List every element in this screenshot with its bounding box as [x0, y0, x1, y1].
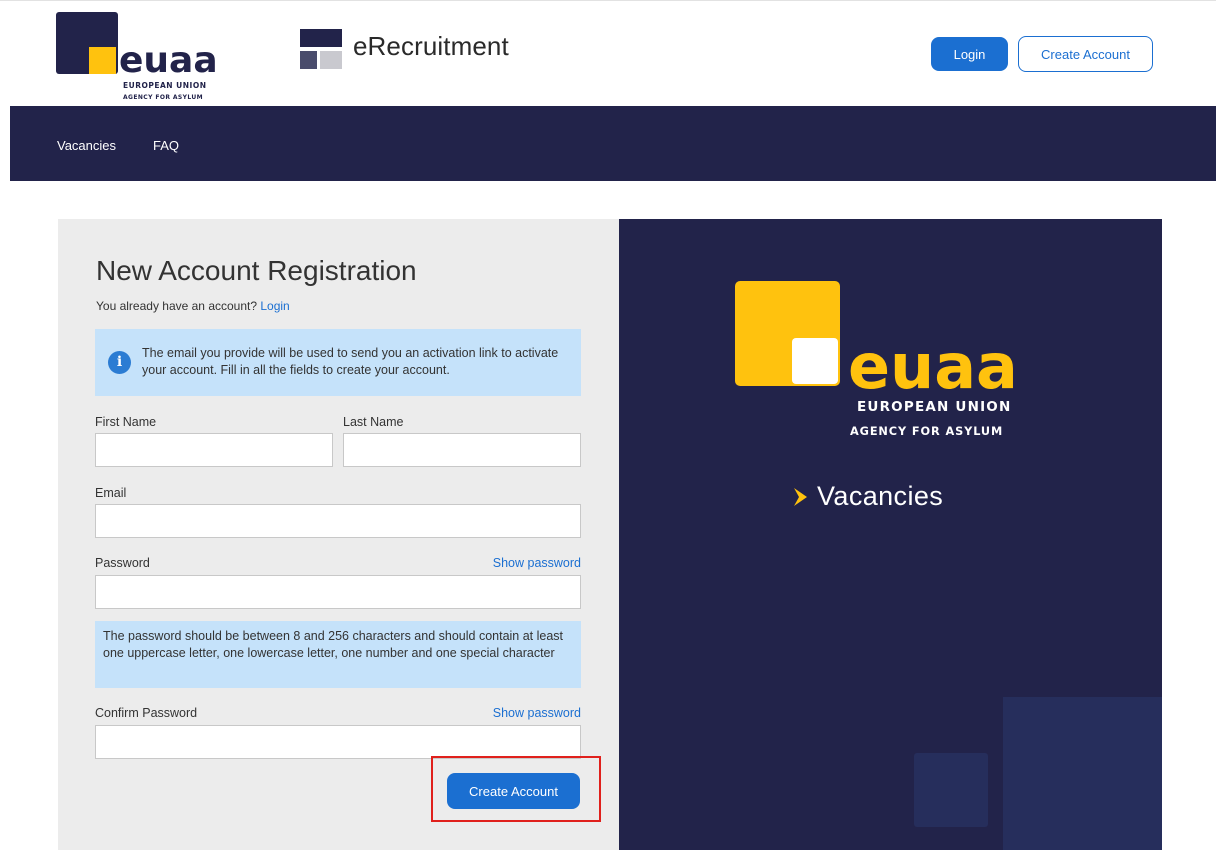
confirm-password-field[interactable] — [95, 725, 581, 759]
decorative-square-large — [1003, 697, 1162, 850]
already-text: You already have an account? — [96, 299, 258, 313]
email-label: Email — [95, 486, 127, 500]
show-confirm-password-link[interactable]: Show password — [493, 706, 581, 720]
login-link[interactable]: Login — [260, 299, 289, 313]
password-field[interactable] — [95, 575, 581, 609]
create-account-header-button[interactable]: Create Account — [1018, 36, 1153, 72]
show-password-link[interactable]: Show password — [493, 556, 581, 570]
already-have-account: You already have an account? Login — [96, 299, 290, 313]
password-requirements: The password should be between 8 and 256… — [95, 621, 581, 688]
login-button[interactable]: Login — [931, 37, 1008, 71]
registration-form-panel: New Account Registration You already hav… — [58, 219, 619, 850]
decorative-square-small — [914, 753, 988, 827]
vacancies-heading: Vacancies — [817, 481, 944, 511]
confirm-password-label: Confirm Password — [95, 706, 198, 720]
email-field[interactable] — [95, 504, 581, 538]
logo-line1: EUROPEAN UNION — [123, 81, 207, 90]
erecruitment-icon — [300, 29, 342, 69]
chevron-right-icon — [794, 488, 807, 506]
euaa-logo[interactable]: euaa EUROPEAN UNION AGENCY FOR ASYLUM — [56, 12, 246, 104]
info-icon: i — [108, 351, 131, 374]
site-header: euaa EUROPEAN UNION AGENCY FOR ASYLUM eR… — [0, 0, 1216, 106]
last-name-field[interactable] — [343, 433, 581, 467]
create-account-button[interactable]: Create Account — [447, 773, 580, 809]
logo-line2: AGENCY FOR ASYLUM — [123, 94, 203, 101]
brand-panel: euaa EUROPEAN UNION AGENCY FOR ASYLUM Va… — [619, 219, 1162, 850]
euaa-large-logo: euaa EUROPEAN UNION AGENCY FOR ASYLUM — [735, 281, 1018, 438]
info-message: i The email you provide will be used to … — [95, 329, 581, 396]
first-name-field[interactable] — [95, 433, 333, 467]
main-nav: Vacancies FAQ — [10, 106, 1216, 181]
password-label: Password — [95, 556, 150, 570]
nav-item-faq[interactable]: FAQ — [153, 138, 179, 153]
nav-item-vacancies[interactable]: Vacancies — [57, 138, 116, 153]
large-logo-wordmark: euaa — [848, 330, 1018, 403]
info-text: The email you provide will be used to se… — [142, 346, 559, 377]
app-title: eRecruitment — [353, 31, 509, 61]
large-logo-line1: EUROPEAN UNION — [857, 399, 1011, 415]
large-logo-line2: AGENCY FOR ASYLUM — [850, 425, 1003, 438]
last-name-label: Last Name — [343, 415, 404, 429]
first-name-label: First Name — [95, 415, 157, 429]
logo-wordmark: euaa — [119, 40, 218, 81]
form-title: New Account Registration — [96, 255, 417, 286]
